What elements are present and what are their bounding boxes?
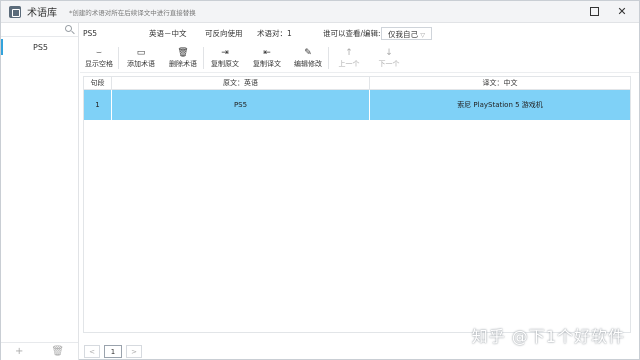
table-header: 句段 原文：英语 译文：中文 bbox=[84, 77, 630, 90]
prev-label: 上一个 bbox=[338, 59, 360, 68]
maximize-button[interactable] bbox=[590, 7, 599, 16]
copy-target-icon: ⇤ bbox=[263, 47, 271, 58]
copy-target-button[interactable]: ⇤ 复制译文 bbox=[246, 43, 288, 73]
visibility-value: 仅我自己 bbox=[388, 29, 418, 39]
edit-label: 编辑修改 bbox=[294, 59, 322, 68]
trash-icon[interactable]: 🗑 bbox=[51, 346, 64, 357]
trash-icon: 🗑 bbox=[177, 47, 189, 58]
cell-index: 1 bbox=[84, 90, 112, 120]
table-row[interactable]: 1 PS5 索尼 PlayStation 5 游戏机 bbox=[84, 90, 630, 120]
edit-button[interactable]: ✎ 编辑修改 bbox=[288, 43, 328, 73]
arrow-down-icon: ↓ bbox=[385, 47, 393, 58]
next-button[interactable]: ↓ 下一个 bbox=[369, 43, 409, 73]
term-base-window: 术语库 *创建的术语对所在后续译文中进行直接替换 ✕ PS5 + 🗑 PS5 英… bbox=[0, 0, 640, 360]
term-list-sidebar: PS5 + 🗑 bbox=[1, 23, 79, 360]
show-space-button[interactable]: ⌣ 显示空格 bbox=[80, 43, 118, 73]
pen-icon: ✎ bbox=[304, 47, 312, 58]
info-row: PS5 英语－中文 可反向使用 术语对：1 谁可以查看/编辑: 仅我自己 ▽ bbox=[80, 23, 639, 43]
main-panel: PS5 英语－中文 可反向使用 术语对：1 谁可以查看/编辑: 仅我自己 ▽ ⌣… bbox=[80, 23, 639, 360]
next-label: 下一个 bbox=[378, 59, 400, 68]
window-subtitle: *创建的术语对所在后续译文中进行直接替换 bbox=[69, 8, 196, 17]
show-space-label: 显示空格 bbox=[85, 59, 113, 68]
visibility-label: 谁可以查看/编辑: bbox=[323, 28, 381, 38]
cell-target[interactable]: 索尼 PlayStation 5 游戏机 bbox=[370, 90, 630, 120]
copy-source-icon: ⇥ bbox=[221, 47, 229, 58]
toolbar: ⌣ 显示空格 ▭ 添加术语 🗑 删除术语 ⇥ 复制原文 ⇤ 复制译文 ✎ 编辑修… bbox=[80, 43, 639, 73]
search-icon[interactable] bbox=[65, 25, 72, 32]
header-index[interactable]: 句段 bbox=[84, 77, 112, 89]
add-term-label: 添加术语 bbox=[127, 59, 155, 68]
monitor-icon: ▭ bbox=[136, 47, 146, 58]
sidebar-footer: + 🗑 bbox=[1, 342, 78, 360]
header-target[interactable]: 译文：中文 bbox=[370, 77, 630, 89]
window-title: 术语库 bbox=[27, 8, 57, 19]
chevron-right-icon[interactable]: > bbox=[126, 345, 142, 358]
arrow-up-icon: ↑ bbox=[345, 47, 353, 58]
chevron-down-icon: ▽ bbox=[420, 31, 426, 39]
sidebar-item-ps5[interactable]: PS5 bbox=[1, 39, 78, 55]
sidebar-search[interactable] bbox=[1, 23, 78, 37]
close-button[interactable]: ✕ bbox=[615, 5, 629, 19]
chevron-left-icon[interactable]: < bbox=[84, 345, 100, 358]
copy-source-button[interactable]: ⇥ 复制原文 bbox=[204, 43, 246, 73]
delete-term-label: 删除术语 bbox=[169, 59, 197, 68]
add-term-button[interactable]: ▭ 添加术语 bbox=[119, 43, 163, 73]
header-source[interactable]: 原文：英语 bbox=[112, 77, 370, 89]
reversible-label: 可反向使用 bbox=[205, 28, 243, 38]
copy-target-label: 复制译文 bbox=[253, 59, 281, 68]
visibility-select[interactable]: 仅我自己 ▽ bbox=[381, 26, 433, 40]
title-bar: 术语库 *创建的术语对所在后续译文中进行直接替换 ✕ bbox=[1, 1, 639, 23]
term-base-name: PS5 bbox=[83, 28, 98, 38]
space-icon: ⌣ bbox=[96, 47, 102, 58]
watermark: 知乎 @下1个好软件 bbox=[471, 327, 625, 346]
plus-icon[interactable]: + bbox=[15, 346, 23, 357]
copy-source-label: 复制原文 bbox=[211, 59, 239, 68]
delete-term-button[interactable]: 🗑 删除术语 bbox=[163, 43, 203, 73]
term-table: 句段 原文：英语 译文：中文 1 PS5 索尼 PlayStation 5 游戏… bbox=[83, 76, 631, 333]
prev-button[interactable]: ↑ 上一个 bbox=[329, 43, 369, 73]
cell-source[interactable]: PS5 bbox=[112, 90, 370, 120]
term-count: 术语对：1 bbox=[257, 28, 292, 38]
pagination: < 1 > bbox=[84, 345, 142, 358]
language-pair: 英语－中文 bbox=[149, 28, 187, 38]
app-icon bbox=[9, 5, 21, 18]
sidebar-item-label: PS5 bbox=[33, 42, 48, 52]
page-number[interactable]: 1 bbox=[104, 345, 122, 358]
